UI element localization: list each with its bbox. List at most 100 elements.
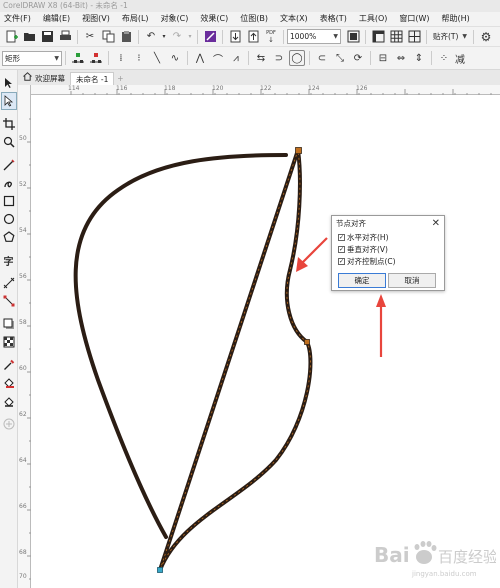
cut-icon[interactable]: ✂ [82,29,98,45]
horizontal-reflect-icon[interactable]: ⇔ [393,50,409,66]
convert-to-line-icon[interactable]: ╲ [149,50,165,66]
stretch-nodes-icon[interactable]: ⤡ [332,50,348,66]
smooth-node-icon[interactable]: ⌒ [210,50,226,66]
node-align-dialog: 节点对齐 ✕ ✓ 水平对齐(H) ✓ 垂直对齐(V) ✓ 对齐控制点(C) 确定… [331,215,445,291]
drawing-canvas[interactable] [31,95,500,588]
snap-to-label: 贴齐(T) [433,32,459,41]
connector-tool-icon[interactable] [1,292,17,310]
eyedropper-tool-icon[interactable] [1,356,17,374]
copy-icon[interactable] [100,29,116,45]
interactive-fill-tool-icon[interactable] [1,374,17,392]
tab-welcome-screen[interactable]: 欢迎屏幕 [18,72,70,85]
ok-button[interactable]: 确定 [338,273,386,288]
symmetrical-node-icon[interactable]: ⩘ [228,50,244,66]
smart-fill-tool-icon[interactable] [1,392,17,410]
shape-tool-icon[interactable] [0,92,17,110]
transparency-tool-icon[interactable] [1,333,17,351]
tab-document-label: 未命名 -1 [76,74,109,84]
rectangle-tool-icon[interactable] [1,192,17,210]
toolbar-separator [108,51,109,65]
zoom-tool-icon[interactable] [1,133,17,151]
save-icon[interactable] [39,29,55,45]
show-grid-icon[interactable] [388,29,404,45]
menu-layout[interactable]: 布局(L) [116,12,155,26]
vertical-reflect-icon[interactable]: ⇕ [411,50,427,66]
menu-tools[interactable]: 工具(O) [353,12,394,26]
align-vertical-checkbox[interactable]: ✓ [338,245,345,253]
shape-type-select[interactable]: 矩形 ▼ [2,50,62,66]
delete-node-icon[interactable] [88,50,104,66]
full-screen-icon[interactable] [345,29,361,45]
redo-dropdown-icon[interactable]: ▾ [187,29,193,45]
ruler-label: 50 [19,135,27,142]
pick-tool-icon[interactable] [1,74,17,92]
align-control-points-checkbox[interactable]: ✓ [338,257,345,265]
close-icon[interactable]: ✕ [432,218,440,229]
menu-help[interactable]: 帮助(H) [436,12,476,26]
cusp-node-icon[interactable]: ⋀ [192,50,208,66]
show-rulers-icon[interactable] [370,29,386,45]
menu-window[interactable]: 窗口(W) [393,12,435,26]
menu-text[interactable]: 文本(X) [274,12,314,26]
add-node-icon[interactable] [70,50,86,66]
artistic-media-tool-icon[interactable] [1,174,17,192]
rotate-nodes-icon[interactable]: ⟳ [350,50,366,66]
ellipse-tool-icon[interactable] [1,210,17,228]
align-nodes-icon[interactable]: ⊟ [375,50,391,66]
convert-to-curve-icon[interactable]: ∿ [167,50,183,66]
undo-icon[interactable]: ↶ [143,29,159,45]
extend-curve-icon[interactable]: ⊃ [271,50,287,66]
cancel-button[interactable]: 取消 [388,273,436,288]
text-tool-icon[interactable]: 字 [1,251,17,269]
publish-pdf-icon[interactable]: PDF ↓ [263,29,279,45]
zoom-level-select[interactable]: 1000% ▼ [287,29,341,44]
tab-document[interactable]: 未命名 -1 [70,72,115,85]
select-all-nodes-icon[interactable]: ⁘ [436,50,452,66]
show-guidelines-icon[interactable] [406,29,422,45]
menu-effects[interactable]: 效果(C) [194,12,234,26]
horizontal-ruler[interactable]: 114 116 118 120 122 124 126 [31,85,500,95]
undo-dropdown-icon[interactable]: ▾ [161,29,167,45]
break-curve-icon[interactable]: ⁝ [131,50,147,66]
align-vertical-option[interactable]: ✓ 垂直对齐(V) [332,243,444,255]
align-control-points-option[interactable]: ✓ 对齐控制点(C) [332,255,444,267]
align-horizontal-checkbox[interactable]: ✓ [338,233,345,241]
toolbar-separator [283,29,284,44]
drop-shadow-tool-icon[interactable] [1,315,17,333]
parallel-dimension-tool-icon[interactable] [1,274,17,292]
menu-view[interactable]: 视图(V) [76,12,116,26]
export-icon[interactable] [245,29,261,45]
snap-to-select[interactable]: 贴齐(T) ▼ [430,29,470,44]
toolbar-separator [222,29,223,44]
new-tab-button[interactable]: + [114,72,126,85]
toolbar-separator [309,51,310,65]
menu-bitmaps[interactable]: 位图(B) [234,12,274,26]
new-document-icon[interactable] [3,29,19,45]
join-nodes-icon[interactable]: ⁞ [113,50,129,66]
vertical-ruler[interactable]: 50 52 54 56 58 60 62 64 66 68 70 [18,85,31,588]
menu-object[interactable]: 对象(C) [155,12,195,26]
paste-icon[interactable] [118,29,134,45]
reverse-direction-icon[interactable]: ⇆ [253,50,269,66]
redo-icon[interactable]: ↷ [169,29,185,45]
freehand-tool-icon[interactable] [1,156,17,174]
watermark-label: 百度经验 [438,548,496,566]
close-curve-icon[interactable]: ◯ [289,50,305,66]
align-horizontal-option[interactable]: ✓ 水平对齐(H) [332,231,444,243]
align-horizontal-label: 水平对齐(H) [347,232,389,242]
open-folder-icon[interactable] [21,29,37,45]
import-icon[interactable] [227,29,243,45]
polygon-tool-icon[interactable] [1,228,17,246]
print-icon[interactable] [57,29,73,45]
extract-subpath-icon[interactable]: ⊂ [314,50,330,66]
options-gear-icon[interactable]: ⚙ [478,29,494,45]
menu-file[interactable]: 文件(F) [0,12,37,26]
add-tool-plus-icon[interactable] [1,415,17,433]
search-content-icon[interactable] [202,29,218,45]
menu-edit[interactable]: 编辑(E) [37,12,76,26]
crop-tool-icon[interactable] [1,115,17,133]
reduce-nodes-label[interactable]: 减 [454,50,466,66]
menu-table[interactable]: 表格(T) [314,12,353,26]
align-vertical-label: 垂直对齐(V) [347,244,388,254]
ruler-label: 126 [356,85,368,92]
